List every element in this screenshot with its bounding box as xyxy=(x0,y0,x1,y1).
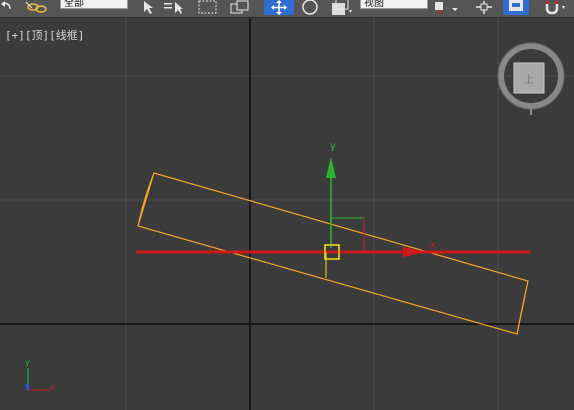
cursor-arrow-icon xyxy=(144,1,153,14)
manipulate-icon xyxy=(476,1,492,14)
undo-icon xyxy=(1,1,11,10)
select-object-button[interactable] xyxy=(138,0,156,15)
world-axis-lines xyxy=(0,18,574,410)
view-cube[interactable]: 上 xyxy=(497,42,565,115)
viewport-shading-menu[interactable]: [线框] xyxy=(49,29,84,42)
reference-coord-value: 视图 xyxy=(364,0,384,9)
rectangle-selection-icon xyxy=(198,0,217,14)
viewport-label: [+][顶][线框] xyxy=(5,27,84,43)
select-and-manipulate-button[interactable] xyxy=(470,0,498,15)
move-gizmo[interactable]: y x xyxy=(136,141,530,278)
reference-coord-system-dropdown[interactable]: 视图 xyxy=(360,0,428,9)
snaps-toggle-button[interactable] xyxy=(538,0,568,15)
top-viewport[interactable]: y x 上 y x [+][顶][线框] xyxy=(0,18,574,410)
gizmo-x-label: x xyxy=(430,240,436,251)
scale-icon xyxy=(332,0,352,15)
viewport-grid xyxy=(0,18,574,410)
magnet-snap-icon xyxy=(545,1,565,15)
viewport-point-of-view-menu[interactable]: [顶] xyxy=(25,29,49,42)
world-axis-tripod: y x xyxy=(25,358,55,392)
pivot-center-icon xyxy=(435,2,458,14)
tripod-z-marker xyxy=(26,384,29,390)
selection-filter-dropdown[interactable]: 全部 xyxy=(60,0,128,9)
select-by-name-button[interactable] xyxy=(162,0,186,15)
tripod-y-label: y xyxy=(25,358,30,367)
window-crossing-button[interactable] xyxy=(228,0,252,15)
tripod-x-label: x xyxy=(50,383,55,392)
gizmo-y-label: y xyxy=(330,141,336,152)
gizmo-y-arrow[interactable] xyxy=(326,157,336,178)
main-toolbar: 全部 视图 xyxy=(0,0,574,18)
viewport-canvas[interactable]: y x 上 y x xyxy=(0,18,574,410)
undo-button[interactable] xyxy=(0,0,14,15)
viewport-menu-plus[interactable]: [+] xyxy=(5,29,25,42)
select-by-name-icon xyxy=(164,2,183,14)
keyboard-toggle-icon xyxy=(509,0,523,11)
select-and-scale-button[interactable] xyxy=(328,0,354,15)
rotate-icon xyxy=(302,0,318,15)
rectangular-selection-button[interactable] xyxy=(196,0,220,15)
selection-filter-value: 全部 xyxy=(64,0,84,9)
view-cube-face-label: 上 xyxy=(524,74,534,86)
use-pivot-center-button[interactable] xyxy=(432,0,462,15)
keyboard-shortcut-override-button[interactable] xyxy=(503,0,529,15)
link-chain-icon xyxy=(25,1,47,13)
move-arrows-icon xyxy=(271,0,287,15)
select-and-link-button[interactable] xyxy=(24,0,50,15)
select-and-rotate-button[interactable] xyxy=(298,0,322,15)
select-and-move-button[interactable] xyxy=(264,0,294,15)
window-crossing-icon xyxy=(230,0,249,14)
